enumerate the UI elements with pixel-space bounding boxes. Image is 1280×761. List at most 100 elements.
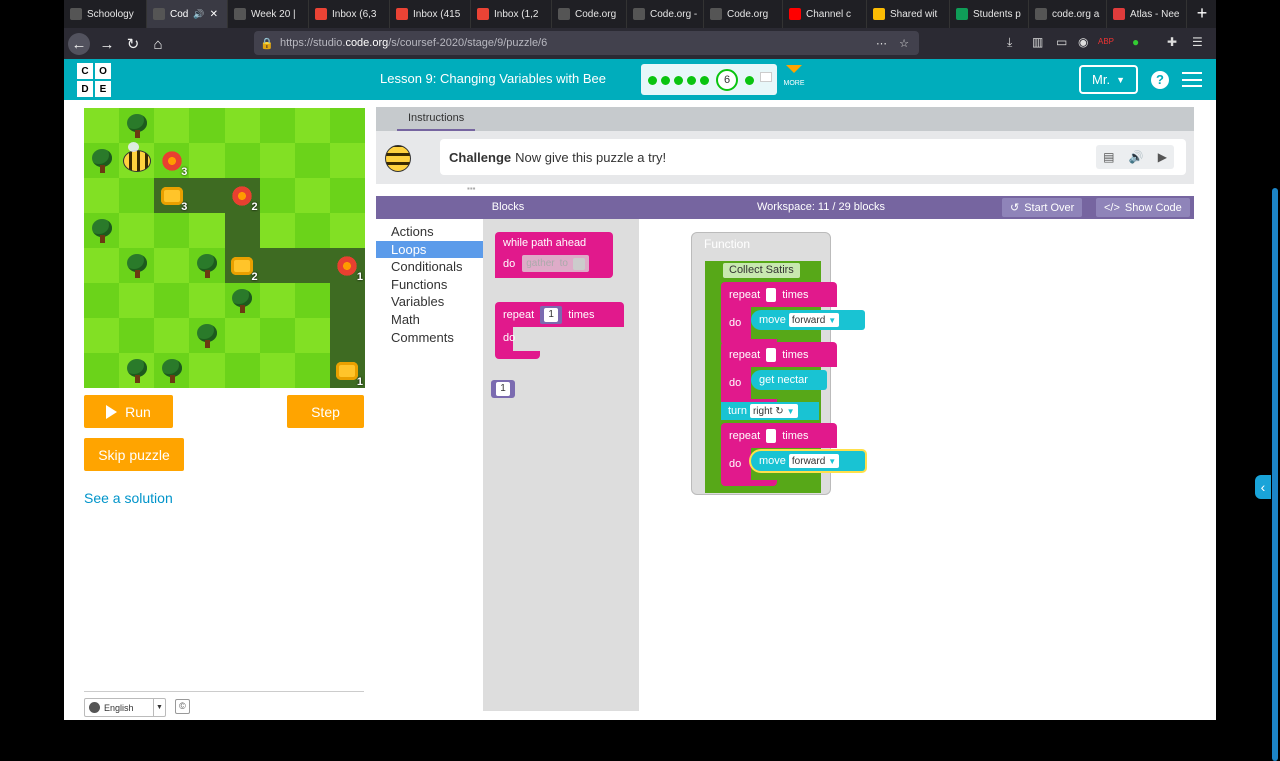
skip-puzzle-button[interactable]: Skip puzzle <box>84 438 184 471</box>
toolbox-category-loops[interactable]: Loops <box>376 240 483 258</box>
browser-tab-bar: Schoology Cod 🔊 ✕ Week 20 | Inbox (6,3 Inbox (… <box>64 0 1216 28</box>
see-solution-link[interactable]: See a solution <box>84 490 173 506</box>
repeat-times-block[interactable]: repeat 1 times <box>495 302 624 327</box>
progress-dot[interactable] <box>700 76 709 85</box>
get-nectar-block[interactable]: get nectar <box>751 370 827 390</box>
turn-block[interactable]: turn right ↻ ▼ <box>721 402 819 420</box>
toolbox-category-math[interactable]: Math <box>376 311 483 328</box>
repeat-times-block[interactable]: repeat times <box>721 282 837 307</box>
repeat-count-input[interactable]: 1 <box>540 305 563 324</box>
close-tab-icon[interactable]: ✕ <box>210 9 218 20</box>
sidebar-icon[interactable]: ▭ <box>1056 35 1067 49</box>
download-icon[interactable]: ⤓ <box>1007 35 1012 50</box>
progress-dot[interactable] <box>687 76 696 85</box>
home-icon[interactable]: ⌂ <box>147 33 169 55</box>
back-arrow-icon[interactable]: ← <box>68 33 90 55</box>
direction-dropdown[interactable]: forward ▼ <box>788 313 840 327</box>
browser-tab[interactable]: Code.org - <box>627 0 704 28</box>
toolbox-category-functions[interactable]: Functions <box>376 276 483 293</box>
speaker-icon[interactable]: 🔊 <box>193 9 204 20</box>
toolbox-category-comments[interactable]: Comments <box>376 329 483 346</box>
move-forward-block[interactable]: move forward ▼ <box>751 310 865 330</box>
blockly-workspace[interactable]: Function Collect Satirs repeat times do mov… <box>639 219 1194 711</box>
page-actions-icon[interactable]: ⋯ <box>876 37 887 50</box>
resize-handle-icon[interactable]: ▪▪▪ <box>467 185 481 193</box>
browser-tab[interactable]: Code.org <box>704 0 783 28</box>
forward-arrow-icon[interactable]: → <box>96 33 118 55</box>
progress-dot[interactable] <box>674 76 683 85</box>
browser-tab[interactable]: Students p <box>950 0 1029 28</box>
toolbox-category-actions[interactable]: Actions <box>376 223 483 240</box>
maze-cell: 1 <box>329 353 365 388</box>
menu-icon[interactable]: ☰ <box>1192 35 1203 49</box>
move-forward-block[interactable]: move forward ▼ <box>751 451 865 471</box>
show-code-button[interactable]: </> Show Code <box>1096 198 1190 217</box>
browser-tab[interactable]: Week 20 | <box>228 0 309 28</box>
collapse-panel-icon[interactable]: ‹ <box>1255 475 1271 499</box>
extensions-icon[interactable]: ✚ <box>1167 35 1177 49</box>
function-name-field[interactable]: Collect Satirs <box>723 263 800 278</box>
repeat-count-slot[interactable] <box>766 347 777 362</box>
hamburger-menu-icon[interactable] <box>1182 72 1202 87</box>
toolbox-category-variables[interactable]: Variables <box>376 293 483 310</box>
codeorg-logo[interactable]: C O D E <box>77 63 111 97</box>
reload-icon[interactable]: ↻ <box>122 33 144 55</box>
repeat-times-block[interactable]: repeat times <box>721 423 837 448</box>
browser-tab-title: Students p <box>973 8 1021 20</box>
flag-icon[interactable] <box>760 72 772 82</box>
url-bar[interactable]: 🔒 https://studio. code.org/s/coursef-2020… <box>254 31 919 55</box>
grammarly-icon[interactable]: ● <box>1132 35 1139 49</box>
adblock-icon[interactable]: ABP <box>1098 37 1114 46</box>
bookmark-star-icon[interactable]: ☆ <box>899 37 909 50</box>
block-flyout: while path ahead do gather to repeat 1 t… <box>483 219 639 711</box>
browser-tab[interactable]: Cod 🔊 ✕ <box>147 0 228 28</box>
language-select[interactable]: English ▼ <box>84 698 166 717</box>
browser-tab[interactable]: Channel c <box>783 0 867 28</box>
start-over-label: Start Over <box>1024 201 1075 214</box>
tab-instructions[interactable]: Instructions <box>397 107 476 131</box>
browser-tab[interactable]: Code.org <box>552 0 627 28</box>
tree-icon <box>229 288 255 314</box>
speaker-icon[interactable]: 🔊 <box>1129 150 1144 164</box>
browser-tab[interactable]: Inbox (6,3 <box>309 0 390 28</box>
browser-tab[interactable]: Shared wit <box>867 0 950 28</box>
browser-tab[interactable]: Inbox (1,2 <box>471 0 552 28</box>
library-icon[interactable]: ▥ <box>1032 35 1043 49</box>
maze-cell <box>259 213 295 248</box>
start-over-button[interactable]: ↺ Start Over <box>1002 198 1083 217</box>
play-audio-icon[interactable]: ▶ <box>1158 150 1167 164</box>
run-button[interactable]: Run <box>84 395 173 428</box>
toolbox-category-conditionals[interactable]: Conditionals <box>376 258 483 275</box>
direction-dropdown[interactable]: forward ▼ <box>788 454 840 468</box>
new-tab-icon[interactable]: + <box>1192 4 1212 24</box>
browser-tab[interactable]: Inbox (415 <box>390 0 471 28</box>
number-block[interactable]: 1 <box>491 380 515 398</box>
repeat-count-slot[interactable] <box>766 428 777 443</box>
progress-dot[interactable] <box>648 76 657 85</box>
browser-tab-title: Atlas - Nee <box>1130 8 1180 20</box>
text-to-speech-icon[interactable]: ▤ <box>1103 150 1114 164</box>
browser-tab[interactable]: code.org a <box>1029 0 1107 28</box>
progress-dot[interactable] <box>661 76 670 85</box>
turn-direction-dropdown[interactable]: right ↻ ▼ <box>749 404 798 418</box>
page-scrollbar[interactable] <box>1272 188 1278 761</box>
repeat-times-block[interactable]: repeat times <box>721 342 837 367</box>
direction-value: forward <box>791 455 826 467</box>
browser-tab[interactable]: Atlas - Nee <box>1107 0 1187 28</box>
item-count: 3 <box>181 166 188 178</box>
help-icon[interactable]: ? <box>1151 71 1169 89</box>
account-icon[interactable]: ◉ <box>1078 35 1088 49</box>
lesson-title[interactable]: Lesson 9: Changing Variables with Bee <box>380 71 606 86</box>
turn-label: turn <box>728 405 747 417</box>
current-puzzle-bubble[interactable]: 6 <box>716 69 738 91</box>
while-path-ahead-block[interactable]: while path ahead do gather to <box>495 232 613 278</box>
step-button[interactable]: Step <box>287 395 364 428</box>
browser-tab[interactable]: Schoology <box>64 0 147 28</box>
user-menu-button[interactable]: Mr. ▼ <box>1079 65 1138 94</box>
copyright-button[interactable]: © <box>175 699 190 714</box>
repeat-count-slot[interactable] <box>766 287 777 302</box>
logo-letter: O <box>95 63 111 79</box>
progress-dot[interactable] <box>745 76 754 85</box>
more-toggle[interactable]: MORE <box>780 65 808 87</box>
browser-tab-title: Code.org <box>727 8 769 20</box>
